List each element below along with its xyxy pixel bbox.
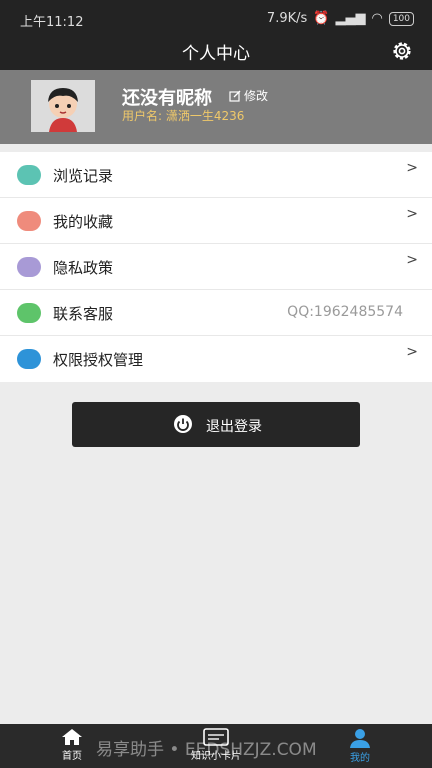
wifi-icon: ◠ (371, 11, 383, 26)
edit-profile-button[interactable]: 修改 (229, 87, 268, 104)
page-title: 个人中心 (182, 44, 250, 64)
support-qq: QQ:1962485574 (287, 304, 403, 320)
signal-icon: ▂▄▆ (335, 11, 366, 26)
net-speed: 7.9K/s (266, 11, 308, 26)
menu-list: 浏览记录 > 我的收藏 > 隐私政策 > 联系客服 QQ:1962485574 … (0, 152, 432, 382)
edit-icon (229, 90, 241, 102)
menu-item-label: 权限授权管理 (53, 351, 144, 369)
chevron-right-icon: > (406, 206, 418, 222)
tab-bar: 首页 知识小卡片 我的 (0, 724, 432, 768)
tab-label: 我的 (350, 753, 370, 764)
menu-item-label: 我的收藏 (53, 213, 114, 231)
chevron-right-icon: > (406, 160, 418, 176)
user-icon (350, 729, 370, 748)
status-time: 上午11:12 (20, 15, 84, 30)
tab-label: 知识小卡片 (191, 751, 241, 762)
status-bar: 上午11:12 7.9K/s ⏰ ▂▄▆ ◠ 100 (0, 0, 432, 34)
profile-card: 还没有昵称 修改 用户名: 潇洒一生4236 (0, 70, 432, 144)
menu-item-support[interactable]: 联系客服 QQ:1962485574 (0, 290, 432, 336)
info-icon (17, 257, 41, 277)
menu-item-history[interactable]: 浏览记录 > (0, 152, 432, 198)
menu-item-permissions[interactable]: 权限授权管理 > (0, 336, 432, 382)
lock-icon (17, 349, 41, 369)
power-icon (174, 415, 192, 433)
username: 用户名: 潇洒一生4236 (122, 109, 245, 123)
chevron-right-icon: > (406, 252, 418, 268)
avatar[interactable] (31, 80, 95, 132)
tab-home[interactable]: 首页 (52, 724, 92, 768)
nav-header: 个人中心 (0, 34, 432, 70)
history-icon (17, 165, 41, 185)
menu-item-label: 联系客服 (53, 305, 114, 323)
menu-item-label: 浏览记录 (53, 167, 114, 185)
menu-item-privacy[interactable]: 隐私政策 > (0, 244, 432, 290)
home-icon (62, 729, 82, 745)
tab-label: 首页 (62, 751, 82, 762)
tab-knowledge-cards[interactable]: 知识小卡片 (186, 724, 246, 768)
alarm-icon: ⏰ (313, 11, 330, 26)
tab-mine[interactable]: 我的 (340, 724, 380, 768)
chat-icon (17, 303, 41, 323)
logout-label: 退出登录 (206, 419, 262, 435)
menu-item-favorites[interactable]: 我的收藏 > (0, 198, 432, 244)
gear-icon[interactable] (390, 39, 414, 63)
menu-item-label: 隐私政策 (53, 259, 114, 277)
chevron-right-icon: > (406, 344, 418, 360)
card-icon (203, 728, 229, 746)
battery-icon: 100 (388, 11, 414, 26)
star-icon (17, 211, 41, 231)
logout-button[interactable]: 退出登录 (72, 402, 360, 447)
edit-label: 修改 (244, 89, 269, 103)
status-right: 7.9K/s ⏰ ▂▄▆ ◠ 100 (267, 11, 414, 26)
